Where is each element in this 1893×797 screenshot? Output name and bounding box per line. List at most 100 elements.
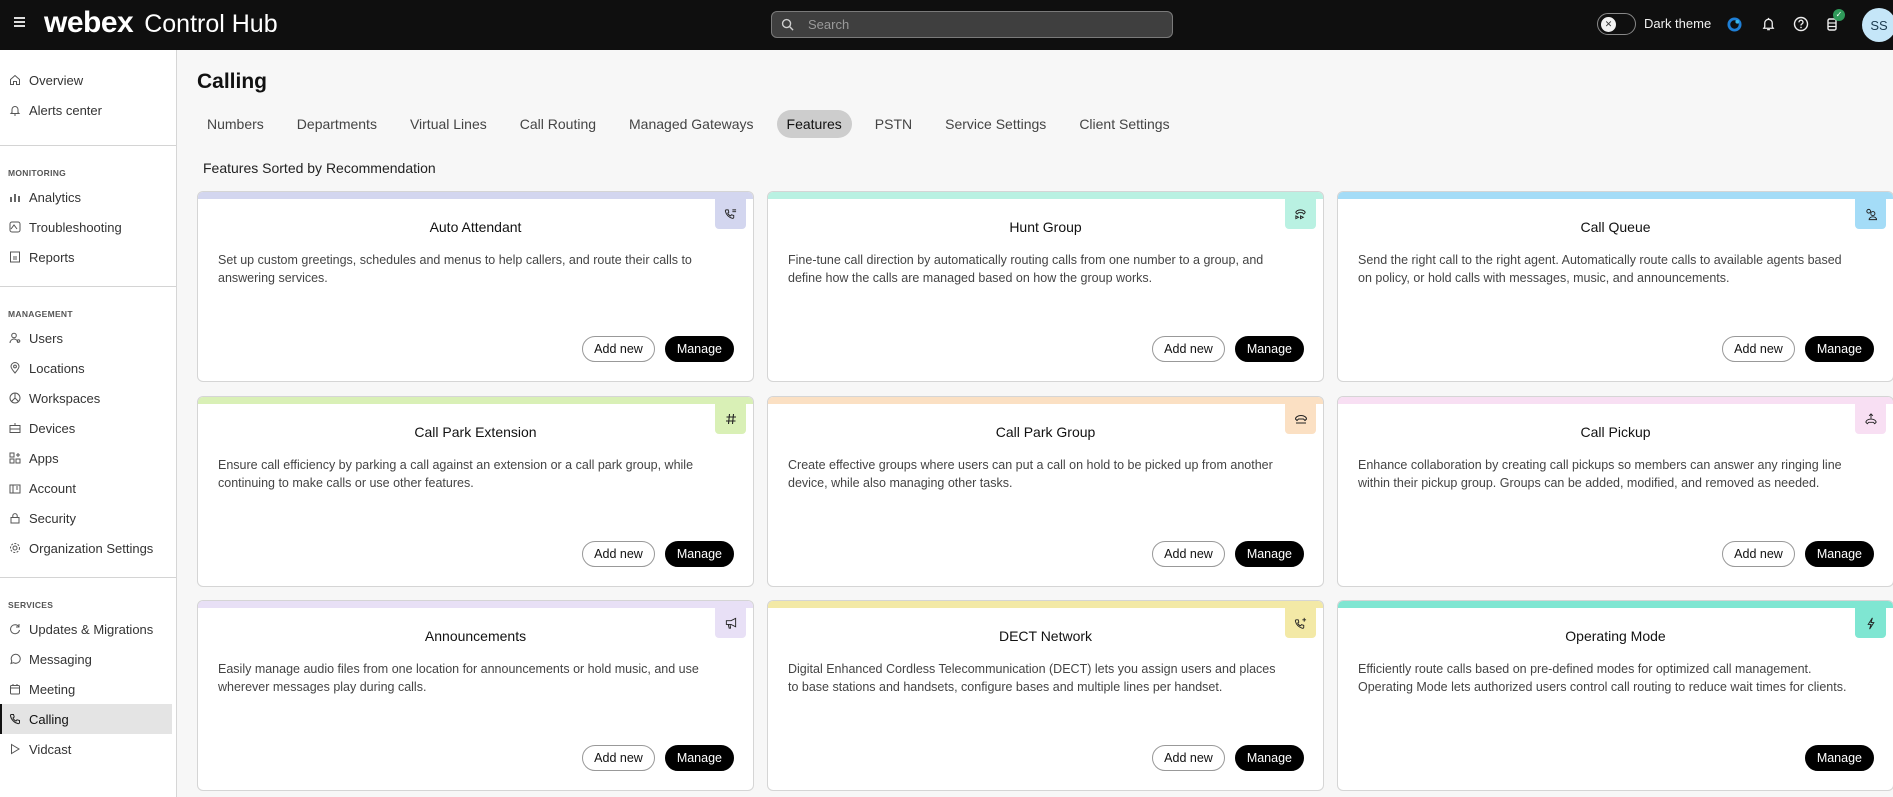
- card-actions: Manage: [1804, 745, 1874, 771]
- manage-button[interactable]: Manage: [1804, 541, 1874, 567]
- manage-button[interactable]: Manage: [1804, 745, 1874, 771]
- check-badge-icon: ✓: [1833, 9, 1845, 21]
- sidebar-item-overview[interactable]: Overview: [0, 65, 172, 95]
- sidebar-item-label: Vidcast: [29, 741, 72, 757]
- section-title: MONITORING: [8, 168, 67, 178]
- manage-button[interactable]: Manage: [664, 745, 734, 771]
- add-new-button[interactable]: Add new: [1722, 541, 1795, 567]
- card-accent-strip: [1338, 192, 1893, 199]
- dark-theme-toggle[interactable]: ✕: [1597, 13, 1636, 35]
- card-actions: Add new Manage: [1722, 336, 1874, 362]
- manage-button[interactable]: Manage: [1804, 336, 1874, 362]
- sidebar-item-calling[interactable]: Calling: [0, 704, 172, 734]
- tab-virtual-lines[interactable]: Virtual Lines: [400, 110, 497, 138]
- sidebar-item-label: Users: [29, 330, 63, 346]
- phone-icon: [9, 713, 21, 725]
- card-title: Hunt Group: [1009, 219, 1082, 235]
- tab-pstn[interactable]: PSTN: [865, 110, 922, 138]
- tab-managed-gateways[interactable]: Managed Gateways: [619, 110, 764, 138]
- add-new-button[interactable]: Add new: [1152, 745, 1225, 771]
- sidebar-item-label: Reports: [29, 249, 75, 265]
- sidebar: Overview Alerts center MONITORING Analyt…: [0, 50, 177, 797]
- sidebar-item-label: Alerts center: [29, 102, 102, 118]
- card-accent-strip: [768, 397, 1323, 404]
- reports-icon: [9, 251, 21, 263]
- manage-button[interactable]: Manage: [1234, 541, 1304, 567]
- sidebar-item-workspaces[interactable]: Workspaces: [0, 383, 172, 413]
- card-actions: Add new Manage: [582, 745, 734, 771]
- tab-client-settings[interactable]: Client Settings: [1069, 110, 1179, 138]
- tab-features[interactable]: Features: [776, 110, 852, 138]
- sidebar-item-locations[interactable]: Locations: [0, 353, 172, 383]
- sidebar-item-account[interactable]: Account: [0, 473, 172, 503]
- avatar[interactable]: SS: [1862, 8, 1893, 42]
- product-name: Control Hub: [144, 10, 278, 38]
- sidebar-item-messaging[interactable]: Messaging: [0, 644, 172, 674]
- card-actions: Add new Manage: [1722, 541, 1874, 567]
- webex-status-icon[interactable]: [1724, 14, 1744, 34]
- sidebar-item-label: Organization Settings: [29, 540, 154, 556]
- search-input[interactable]: [808, 17, 1172, 32]
- sidebar-item-devices[interactable]: Devices: [0, 413, 172, 443]
- sidebar-section-management: MANAGEMENT Users Locations Workspaces De…: [0, 287, 176, 578]
- card-accent-strip: [198, 601, 753, 608]
- sidebar-item-alerts-center[interactable]: Alerts center: [0, 95, 172, 125]
- sidebar-top-section: Overview Alerts center: [0, 50, 176, 146]
- lock-icon: [9, 512, 21, 524]
- sidebar-item-label: Overview: [29, 72, 84, 88]
- feature-card-call-park-group: Call Park Group Create effective groups …: [767, 396, 1324, 587]
- menu-icon[interactable]: [12, 15, 28, 31]
- add-new-button[interactable]: Add new: [582, 541, 655, 567]
- play-icon: [9, 743, 21, 755]
- card-description: Enhance collaboration by creating call p…: [1358, 458, 1842, 490]
- card-title: Call Park Group: [995, 424, 1096, 440]
- sidebar-item-label: Meeting: [29, 681, 76, 697]
- search-box[interactable]: [771, 11, 1173, 38]
- add-new-button[interactable]: Add new: [1152, 336, 1225, 362]
- sidebar-item-updates-migrations[interactable]: Updates & Migrations: [0, 614, 172, 644]
- sidebar-item-label: Account: [29, 480, 76, 496]
- toggle-off-icon: ✕: [1601, 17, 1616, 32]
- tab-call-routing[interactable]: Call Routing: [510, 110, 606, 138]
- help-icon[interactable]: [1791, 14, 1811, 34]
- sidebar-item-label: Updates & Migrations: [29, 621, 154, 637]
- tab-service-settings[interactable]: Service Settings: [935, 110, 1056, 138]
- manage-button[interactable]: Manage: [1234, 745, 1304, 771]
- brand-name: webex: [44, 6, 134, 39]
- manage-button[interactable]: Manage: [664, 336, 734, 362]
- sidebar-item-reports[interactable]: Reports: [0, 242, 172, 272]
- sidebar-item-analytics[interactable]: Analytics: [0, 182, 172, 212]
- brand-logo: webex Control Hub: [44, 6, 278, 40]
- card-accent-strip: [768, 601, 1323, 608]
- sidebar-item-apps[interactable]: Apps: [0, 443, 172, 473]
- add-new-button[interactable]: Add new: [582, 745, 655, 771]
- tab-numbers[interactable]: Numbers: [197, 110, 274, 138]
- card-description: Digital Enhanced Cordless Telecommunicat…: [788, 662, 1276, 694]
- sidebar-item-label: Locations: [29, 360, 85, 376]
- troubleshooting-icon: [9, 221, 21, 233]
- sidebar-item-security[interactable]: Security: [0, 503, 172, 533]
- card-title: Call Queue: [1580, 219, 1651, 235]
- manage-button[interactable]: Manage: [664, 541, 734, 567]
- gear-icon: [9, 542, 21, 554]
- card-description: Send the right call to the right agent. …: [1358, 253, 1842, 285]
- add-new-button[interactable]: Add new: [582, 336, 655, 362]
- sidebar-item-meeting[interactable]: Meeting: [0, 674, 172, 704]
- bell-icon[interactable]: [1758, 14, 1778, 34]
- add-new-button[interactable]: Add new: [1722, 336, 1795, 362]
- feature-card-call-queue: Call Queue Send the right call to the ri…: [1337, 191, 1893, 382]
- add-new-button[interactable]: Add new: [1152, 541, 1225, 567]
- chat-icon: [9, 653, 21, 665]
- sidebar-item-users[interactable]: Users: [0, 323, 172, 353]
- analytics-icon: [9, 191, 21, 203]
- sidebar-item-troubleshooting[interactable]: Troubleshooting: [0, 212, 172, 242]
- card-accent-strip: [1338, 601, 1893, 608]
- sidebar-item-vidcast[interactable]: Vidcast: [0, 734, 172, 764]
- sidebar-item-organization-settings[interactable]: Organization Settings: [0, 533, 172, 563]
- manage-button[interactable]: Manage: [1234, 336, 1304, 362]
- tab-departments[interactable]: Departments: [287, 110, 387, 138]
- feature-card-dect-network: DECT Network Digital Enhanced Cordless T…: [767, 600, 1324, 791]
- card-actions: Add new Manage: [582, 541, 734, 567]
- sidebar-section-monitoring: MONITORING Analytics Troubleshooting Rep…: [0, 146, 176, 287]
- main-content: Calling Numbers Departments Virtual Line…: [197, 50, 1893, 797]
